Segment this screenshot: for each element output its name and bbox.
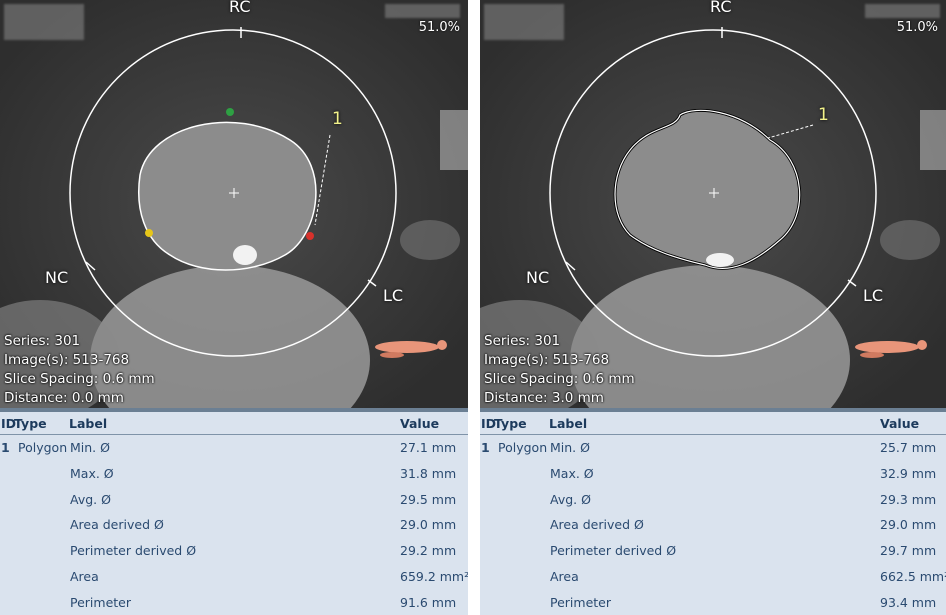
cell-value: 29.3 mm [880, 491, 937, 507]
cell-label: Perimeter [70, 594, 131, 610]
header-label[interactable]: Label [69, 416, 107, 431]
cell-value: 29.7 mm [880, 543, 937, 559]
table-row[interactable]: Perimeter 91.6 mm [0, 590, 468, 615]
orientation-label-rc: RC [229, 0, 251, 16]
images-label: Image(s): 513-768 [484, 352, 610, 368]
table-header: ID Type Label Value [0, 412, 468, 435]
table-row[interactable]: Area 662.5 mm² [480, 564, 946, 590]
header-value[interactable]: Value [880, 416, 919, 431]
table-row[interactable]: Avg. Ø 29.3 mm [480, 487, 946, 513]
cell-label: Min. Ø [550, 440, 590, 455]
cell-value: 25.7 mm [880, 440, 937, 455]
redacted-patient-info [4, 4, 84, 40]
header-type[interactable]: Type [494, 416, 527, 431]
cell-label: Perimeter derived Ø [70, 543, 197, 559]
cell-id: 1 [1, 440, 10, 455]
cell-id: 1 [481, 440, 490, 455]
table-row[interactable]: 1 Polygon Min. Ø 25.7 mm [480, 435, 946, 461]
control-point-icon [145, 229, 153, 237]
distance-label: Distance: 3.0 mm [484, 390, 604, 406]
images-label: Image(s): 513-768 [4, 352, 130, 368]
cell-label: Min. Ø [70, 440, 110, 455]
table-row[interactable]: Area 659.2 mm² [0, 564, 468, 590]
series-info: Series: 301 Image(s): 513-768 Slice Spac… [484, 332, 635, 408]
cell-value: 29.0 mm [880, 517, 937, 533]
table-row[interactable]: Perimeter derived Ø 29.2 mm [0, 538, 468, 564]
table-header: ID Type Label Value [480, 412, 946, 435]
orientation-label-lc: LC [863, 286, 884, 305]
table-row[interactable]: Max. Ø 32.9 mm [480, 461, 946, 487]
cell-value: 29.2 mm [400, 543, 457, 559]
cell-value: 659.2 mm² [400, 568, 468, 584]
cell-type: Polygon [18, 440, 68, 455]
cell-label: Area [550, 568, 579, 584]
viewer-panel-right: 51.0% RC NC LC 1 Series: 301 Image(s): 5… [480, 0, 946, 615]
annotation-number: 1 [332, 109, 343, 129]
cell-label: Area derived Ø [70, 517, 164, 533]
cell-value: 662.5 mm² [880, 568, 946, 584]
redacted-patient-info [484, 4, 564, 40]
cell-label: Area [70, 568, 99, 584]
orientation-label-rc: RC [710, 0, 732, 16]
cell-label: Area derived Ø [550, 517, 644, 533]
series-info: Series: 301 Image(s): 513-768 Slice Spac… [4, 332, 155, 408]
distance-label: Distance: 0.0 mm [4, 390, 124, 406]
table-row[interactable]: Perimeter derived Ø 29.7 mm [480, 538, 946, 564]
cell-value: 29.0 mm [400, 517, 457, 533]
control-point-icon [226, 108, 234, 116]
panel-divider [468, 0, 480, 615]
header-type[interactable]: Type [14, 416, 47, 431]
measurement-table-right: ID Type Label Value 1 Polygon Min. Ø 25.… [480, 408, 946, 615]
cell-type: Polygon [498, 440, 548, 455]
table-row[interactable]: Area derived Ø 29.0 mm [0, 512, 468, 538]
measurement-table-left: ID Type Label Value 1 Polygon Min. Ø 27.… [0, 408, 468, 615]
cell-label: Perimeter [550, 594, 611, 610]
cell-label: Max. Ø [550, 465, 594, 481]
cell-value: 31.8 mm [400, 465, 457, 481]
ct-viewport-left[interactable]: 51.0% RC NC LC 1 Series: 301 Image(s): 5… [0, 0, 468, 408]
cell-label: Avg. Ø [550, 491, 591, 507]
series-label: Series: 301 [4, 333, 81, 349]
slice-spacing-label: Slice Spacing: 0.6 mm [484, 371, 635, 387]
control-point-icon [306, 232, 314, 240]
table-row[interactable]: Area derived Ø 29.0 mm [480, 512, 946, 538]
table-row[interactable]: Perimeter 93.4 mm [480, 590, 946, 615]
redacted-header-info [385, 4, 460, 18]
cell-label: Max. Ø [70, 465, 114, 481]
cell-value: 93.4 mm [880, 594, 937, 610]
cell-label: Avg. Ø [70, 491, 111, 507]
orientation-label-nc: NC [45, 268, 69, 287]
table-row[interactable]: Max. Ø 31.8 mm [0, 461, 468, 487]
cell-value: 29.5 mm [400, 491, 457, 507]
orientation-label-lc: LC [383, 286, 404, 305]
series-label: Series: 301 [484, 333, 561, 349]
orientation-label-nc: NC [526, 268, 550, 287]
slice-spacing-label: Slice Spacing: 0.6 mm [4, 371, 155, 387]
redacted-header-info [865, 4, 940, 18]
cell-value: 32.9 mm [880, 465, 937, 481]
cell-value: 91.6 mm [400, 594, 457, 610]
header-label[interactable]: Label [549, 416, 587, 431]
ct-viewport-right[interactable]: 51.0% RC NC LC 1 Series: 301 Image(s): 5… [480, 0, 946, 408]
table-row[interactable]: 1 Polygon Min. Ø 27.1 mm [0, 435, 468, 461]
annotation-number: 1 [818, 105, 829, 125]
cell-value: 27.1 mm [400, 440, 457, 455]
table-row[interactable]: Avg. Ø 29.5 mm [0, 487, 468, 513]
annulus-contour-left [138, 121, 317, 271]
zoom-level: 51.0% [418, 20, 460, 35]
header-value[interactable]: Value [400, 416, 439, 431]
cell-label: Perimeter derived Ø [550, 543, 677, 559]
viewer-panel-left: 51.0% RC NC LC 1 Series: 301 Image(s): 5… [0, 0, 468, 615]
zoom-level: 51.0% [896, 20, 938, 35]
